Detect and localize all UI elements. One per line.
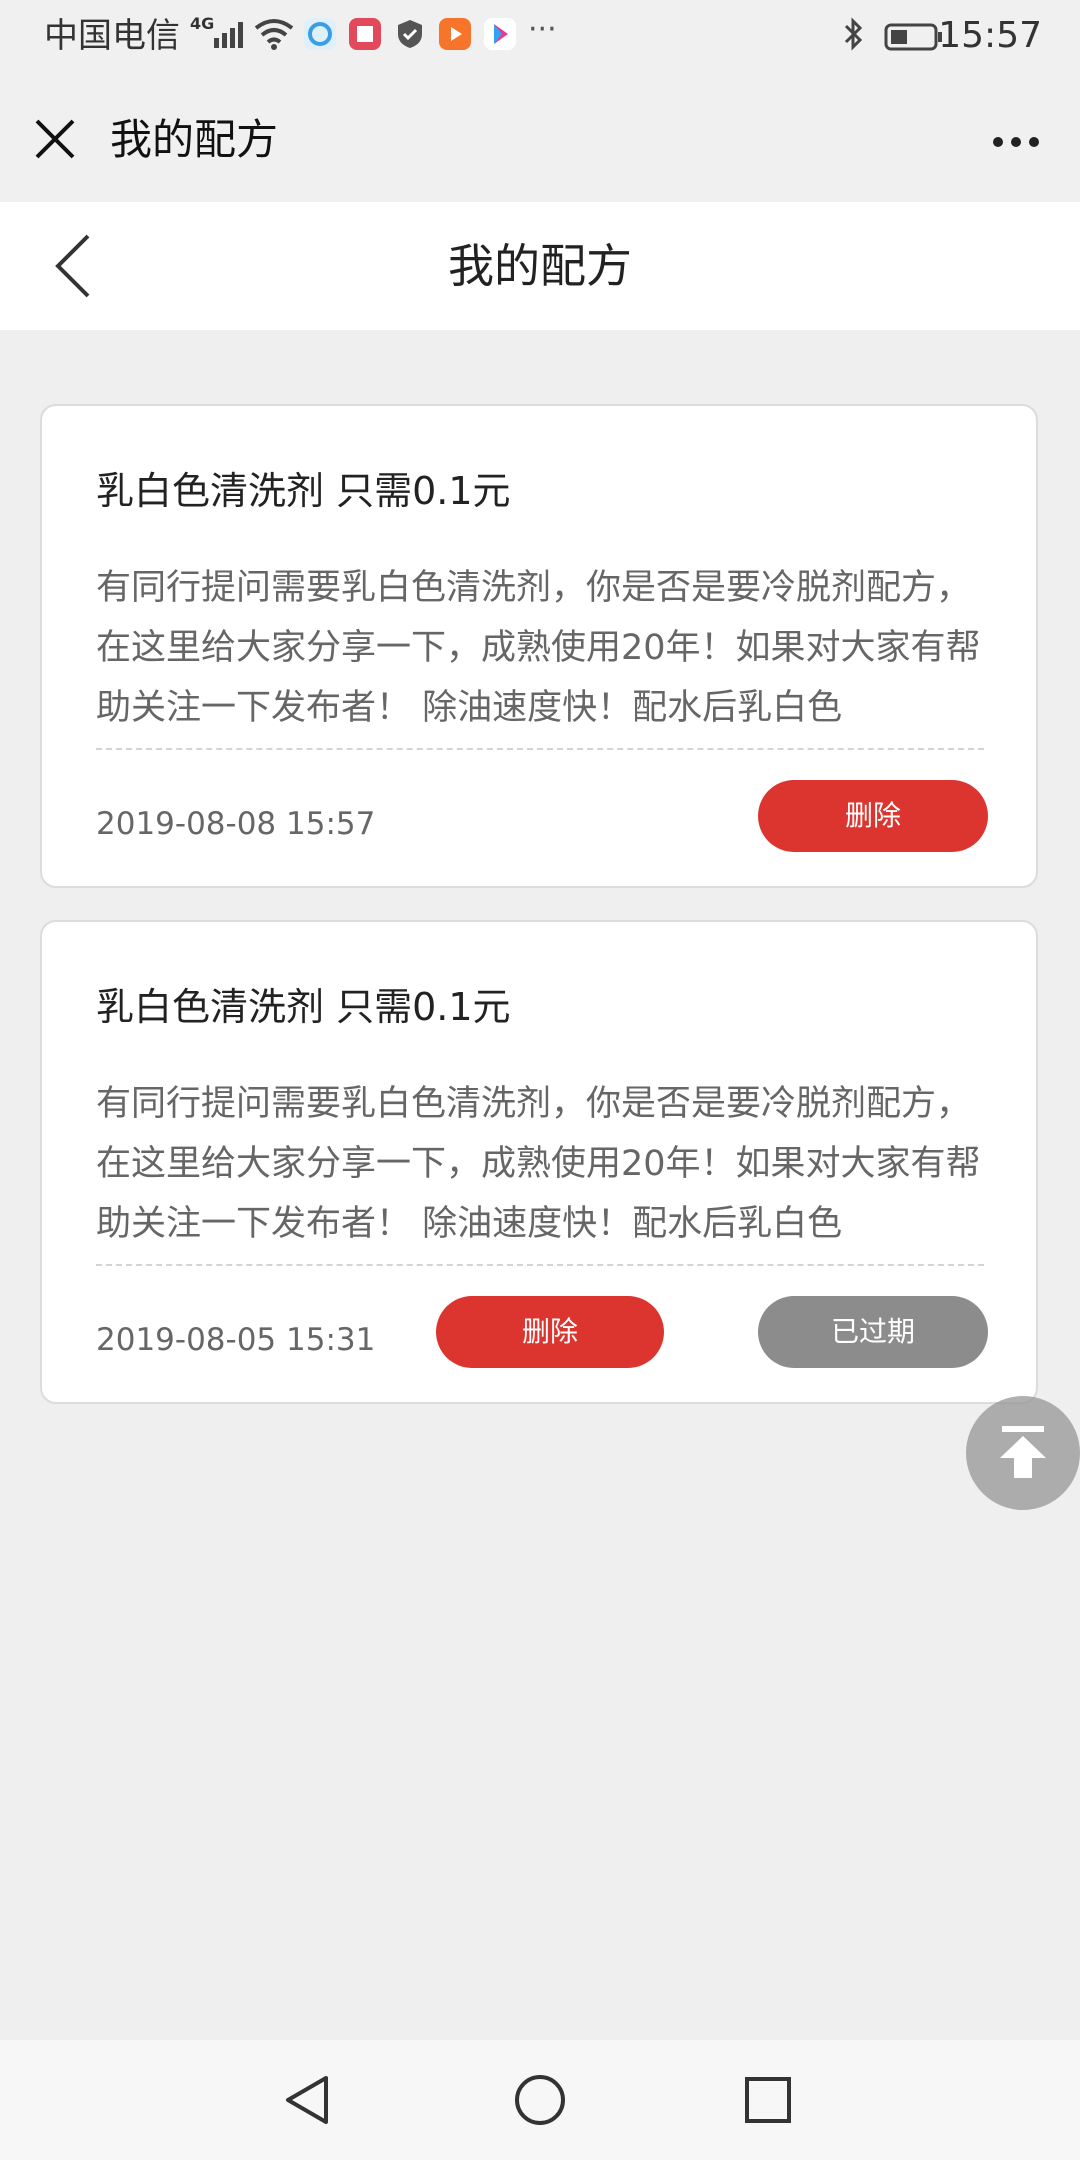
- mini-program-title: 我的配方: [110, 115, 279, 164]
- delete-button[interactable]: 删除: [758, 780, 988, 852]
- more-icon[interactable]: [992, 136, 1040, 148]
- recipe-description: 有同行提问需要乳白色清洗剂，你是否是要冷脱剂配方，在这里给大家分享一下，成熟使用…: [96, 1084, 981, 1244]
- youku-app-icon: [484, 18, 516, 50]
- recipe-title: 乳白色清洗剂 只需0.1元: [96, 469, 511, 513]
- bluetooth-icon: [844, 17, 863, 51]
- divider: [96, 748, 984, 750]
- battery-icon: [884, 23, 942, 51]
- status-bar: 中国电信 4G ··· 15:57: [0, 0, 1080, 76]
- recipe-list: 乳白色清洗剂 只需0.1元 有同行提问需要乳白色清洗剂，你是否是要冷脱剂配方，在…: [0, 330, 1080, 1510]
- expired-status-button[interactable]: 已过期: [758, 1296, 988, 1368]
- more-notifications-icon: ···: [528, 12, 557, 47]
- divider: [96, 1264, 984, 1266]
- page-title: 我的配方: [448, 239, 632, 293]
- nav-back-icon[interactable]: [278, 2070, 338, 2130]
- video-app-icon: [439, 18, 471, 50]
- close-icon[interactable]: [34, 118, 76, 160]
- recipe-title: 乳白色清洗剂 只需0.1元: [96, 985, 511, 1029]
- recipe-description: 有同行提问需要乳白色清洗剂，你是否是要冷脱剂配方，在这里给大家分享一下，成熟使用…: [96, 568, 981, 728]
- system-nav-bar: [0, 2040, 1080, 2160]
- page-header: 我的配方: [0, 202, 1080, 330]
- recipe-date: 2019-08-08 15:57: [96, 806, 376, 842]
- back-to-top-icon: [1000, 1426, 1046, 1478]
- browser-app-icon: [304, 18, 336, 50]
- carrier-name: 中国电信: [44, 16, 180, 56]
- mini-program-title-bar: 我的配方: [0, 76, 1080, 202]
- recipe-card[interactable]: 乳白色清洗剂 只需0.1元 有同行提问需要乳白色清洗剂，你是否是要冷脱剂配方，在…: [40, 404, 1038, 888]
- nav-home-icon[interactable]: [510, 2070, 570, 2130]
- shield-app-icon: [394, 18, 426, 50]
- signal-icon: [214, 22, 243, 48]
- reader-app-icon: [349, 18, 381, 50]
- wifi-icon: [254, 19, 294, 50]
- network-type: 4G: [190, 14, 215, 33]
- status-time: 15:57: [938, 15, 1042, 56]
- recipe-card[interactable]: 乳白色清洗剂 只需0.1元 有同行提问需要乳白色清洗剂，你是否是要冷脱剂配方，在…: [40, 920, 1038, 1404]
- back-to-top-button[interactable]: [966, 1396, 1080, 1510]
- recipe-date: 2019-08-05 15:31: [96, 1322, 376, 1358]
- delete-button[interactable]: 删除: [436, 1296, 664, 1368]
- nav-recent-icon[interactable]: [738, 2070, 798, 2130]
